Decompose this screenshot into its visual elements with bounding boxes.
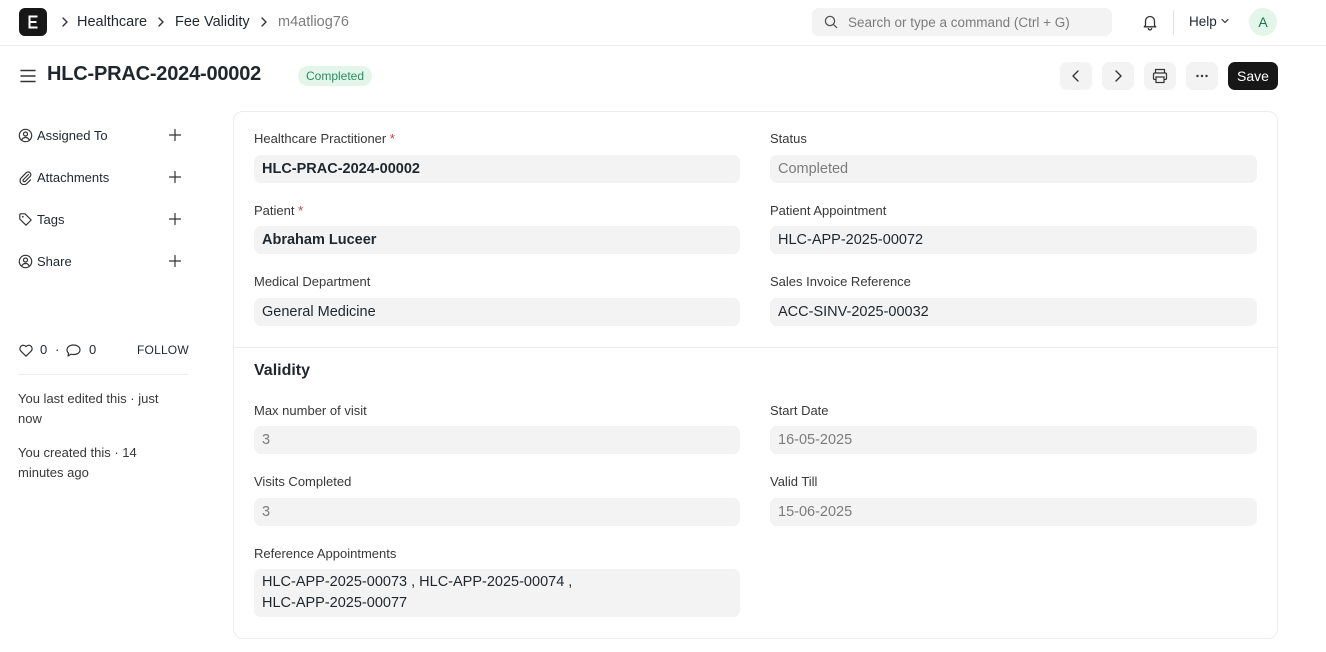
breadcrumb-fee-validity[interactable]: Fee Validity [175,13,250,31]
search-input[interactable] [848,8,1106,36]
paperclip-icon [19,171,32,185]
practitioner-field[interactable]: HLC-PRAC-2024-00002 [254,155,740,183]
visits-completed-field: 3 [254,498,740,526]
chevron-left-icon [1072,70,1079,82]
breadcrumb-healthcare[interactable]: Healthcare [77,13,147,31]
status-label: Status [770,131,807,146]
valid-till-field: 15-06-2025 [770,498,1257,526]
medical-department-label: Medical Department [254,274,371,289]
sidebar-item-share[interactable]: Share [18,251,188,273]
plus-icon[interactable] [168,128,182,142]
separator-dot: · [55,342,60,357]
navbar: Healthcare Fee Validity m4atliog76 Help … [0,0,1326,46]
sidebar-toggle-icon[interactable] [19,68,37,89]
search-bar[interactable] [812,8,1112,36]
comments-count: 0 [89,342,97,357]
navbar-divider [1173,10,1174,35]
help-label: Help [1189,14,1217,29]
ellipsis-icon [1196,74,1208,78]
reference-appointments-field: HLC-APP-2025-00073 , HLC-APP-2025-00074 … [254,569,740,617]
max-visits-label: Max number of visit [254,403,367,418]
plus-icon[interactable] [168,170,182,184]
status-badge: Completed [298,66,373,86]
printer-icon [1152,68,1168,84]
reference-appointments-label: Reference Appointments [254,546,397,561]
follow-button[interactable]: FOLLOW [137,343,189,357]
max-visits-field: 3 [254,426,740,454]
search-icon [824,15,838,29]
sales-invoice-label: Sales Invoice Reference [770,274,911,289]
sidebar-item-label: Share [37,254,72,269]
practitioner-label: Healthcare Practitioner * [254,131,395,146]
medical-department-field[interactable]: General Medicine [254,298,740,326]
patient-label: Patient * [254,203,304,218]
visits-completed-label: Visits Completed [254,474,352,489]
print-button[interactable] [1144,62,1176,90]
page-title: HLC-PRAC-2024-00002 [47,63,262,85]
sales-invoice-field[interactable]: ACC-SINV-2025-00032 [770,298,1257,326]
share-user-icon [18,254,33,269]
patient-appointment-field[interactable]: HLC-APP-2025-00072 [770,226,1257,254]
app-logo-icon[interactable] [19,8,47,36]
required-marker: * [298,203,304,218]
sidebar-item-assigned-to[interactable]: Assigned To [18,125,188,147]
previous-doc-button[interactable] [1060,62,1092,90]
chevron-right-icon [1115,70,1122,82]
section-divider [234,347,1277,348]
activity-created: You created this · 14 minutes ago [18,445,137,480]
sidebar-item-label: Assigned To [37,128,108,143]
sidebar-item-label: Tags [37,212,65,227]
start-date-label: Start Date [770,403,829,418]
more-actions-button[interactable] [1186,62,1218,90]
chevron-right-icon [60,14,70,30]
activity-last-edited: You last edited this · just now [18,391,159,426]
chevron-right-icon [156,14,166,30]
patient-field[interactable]: Abraham Luceer [254,226,740,254]
sidebar-item-label: Attachments [37,170,110,185]
required-marker: * [389,131,395,146]
validity-section-title: Validity [254,362,311,379]
breadcrumb-current[interactable]: m4atliog76 [278,13,349,31]
status-field: Completed [770,155,1257,183]
next-doc-button[interactable] [1102,62,1134,90]
sidebar-divider [18,374,188,375]
comment-icon[interactable] [65,343,82,358]
save-button[interactable]: Save [1228,62,1278,90]
plus-icon[interactable] [168,254,182,268]
heart-icon[interactable] [18,343,34,358]
notification-bell-icon[interactable] [1141,13,1159,36]
tag-icon [19,213,32,226]
sidebar-item-attachments[interactable]: Attachments [18,167,188,189]
plus-icon[interactable] [168,212,182,226]
user-assign-icon [18,128,33,143]
chevron-down-icon [1221,19,1229,24]
user-avatar[interactable]: A [1249,8,1277,36]
sidebar-item-tags[interactable]: Tags [18,209,188,231]
patient-appointment-label: Patient Appointment [770,203,887,218]
start-date-field: 16-05-2025 [770,426,1257,454]
chevron-right-icon [259,14,269,30]
help-dropdown[interactable]: Help [1189,14,1230,29]
valid-till-label: Valid Till [770,474,818,489]
likes-count: 0 [40,342,48,357]
